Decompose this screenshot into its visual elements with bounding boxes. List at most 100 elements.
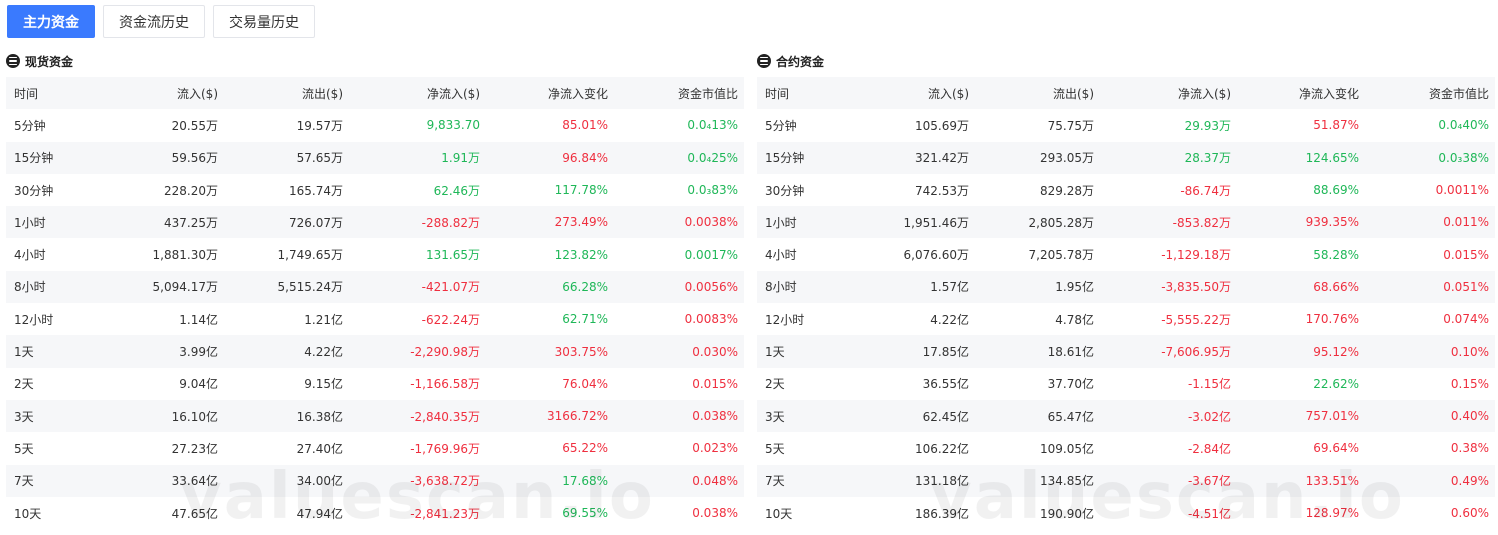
spot-funds-panel: 现货资金 时间 流入($) 流出($) 净流入($) 净流入变化 资金市值比 5分钟 20.5… [6, 52, 744, 529]
table-cell: 12小时 [765, 312, 805, 327]
table-row: 3天 16.10亿 16.38亿 -2,840.35万 3166.72% 0.038% [6, 399, 744, 433]
table-cell: 30分钟 [14, 183, 54, 198]
table-cell: 131.65万 [426, 248, 480, 263]
panel-header: 现货资金 [6, 52, 744, 70]
table-cell: 0.074% [1443, 312, 1489, 327]
table-cell: 1.95亿 [1055, 280, 1094, 295]
table-cell: 0.011% [1443, 215, 1489, 230]
table-row: 30分钟 228.20万 165.74万 62.46万 117.78% 0.0₃83% [6, 174, 744, 206]
table-cell: 186.39亿 [915, 506, 969, 521]
table-cell: 22.62% [1313, 376, 1359, 391]
table-cell: 68.66% [1313, 279, 1359, 294]
table-cell: -1,129.18万 [1161, 248, 1231, 263]
table-cell: 0.0₃83% [687, 183, 738, 198]
panel-title: 合约资金 [776, 54, 825, 69]
table-cell: 0.60% [1450, 506, 1489, 520]
tab-fund-flow-history[interactable]: 资金流历史 [103, 5, 205, 38]
table-cell: 5,515.24万 [277, 280, 343, 295]
table-cell: 170.76% [1305, 312, 1359, 327]
table-cell: 17.85亿 [922, 345, 969, 360]
table-row: 4小时 1,881.30万 1,749.65万 131.65万 123.82% 0.001… [6, 238, 744, 270]
contract-funds-table: 时间 流入($) 流出($) 净流入($) 净流入变化 资金市值比 5分钟 105.69万 75… [757, 77, 1495, 529]
table-cell: -3.02亿 [1187, 409, 1231, 424]
table-cell: 5,094.17万 [152, 280, 218, 295]
table-cell: 0.0₃38% [1438, 150, 1489, 165]
table-cell: 0.0₄25% [687, 150, 738, 165]
table-cell: 0.0083% [684, 312, 738, 327]
table-cell: 4小时 [14, 248, 46, 263]
table-cell: 0.0₄13% [687, 118, 738, 133]
table-cell: 47.94亿 [296, 506, 343, 521]
table-cell: 8小时 [14, 280, 46, 295]
table-cell: 0.15% [1450, 376, 1489, 391]
table-cell: 321.42万 [915, 151, 969, 166]
table-row: 5天 27.23亿 27.40亿 -1,769.96万 65.22% 0.023% [6, 432, 744, 464]
table-cell: 51.87% [1313, 118, 1359, 133]
table-cell: 3166.72% [546, 409, 608, 424]
table-cell: 165.74万 [289, 183, 343, 198]
table-cell: 5天 [14, 441, 34, 456]
table-cell: 0.038% [692, 409, 738, 424]
table-cell: 742.53万 [915, 183, 969, 198]
column-header: 资金市值比 [1428, 86, 1489, 101]
table-cell: -7,606.95万 [1161, 345, 1231, 360]
table-cell: 757.01% [1305, 409, 1359, 424]
table-cell: 30分钟 [765, 183, 805, 198]
table-cell: 1天 [14, 345, 34, 360]
table-cell: 5分钟 [765, 118, 797, 133]
table-row: 7天 33.64亿 34.00亿 -3,638.72万 17.68% 0.048% [6, 464, 744, 497]
table-cell: 95.12% [1313, 344, 1359, 359]
table-cell: 10天 [14, 506, 42, 521]
table-row: 1小时 437.25万 726.07万 -288.82万 273.49% 0.0038% [6, 206, 744, 239]
table-cell: -3,638.72万 [410, 474, 480, 489]
table-cell: 9,833.70 [426, 118, 480, 133]
table-cell: 4.78亿 [1055, 312, 1094, 327]
column-header: 净流入($) [1178, 86, 1231, 101]
table-cell: 7天 [14, 474, 34, 489]
table-row: 10天 186.39亿 190.90亿 -4.51亿 128.97% 0.60% [757, 497, 1495, 529]
table-cell: 228.20万 [164, 183, 218, 198]
table-cell: 34.00亿 [296, 474, 343, 489]
table-cell: 109.05亿 [1040, 441, 1094, 456]
table-cell: 1,951.46万 [903, 215, 969, 230]
table-cell: 96.84% [562, 150, 608, 165]
table-cell: -853.82万 [1172, 215, 1231, 230]
table-cell: 88.69% [1313, 183, 1359, 198]
stack-icon [757, 54, 771, 68]
table-cell: 273.49% [554, 215, 608, 230]
table-cell: 27.40亿 [296, 441, 343, 456]
panel-header: 合约资金 [757, 52, 1495, 70]
tab-volume-history[interactable]: 交易量历史 [213, 5, 315, 38]
table-cell: 27.23亿 [171, 441, 218, 456]
table-cell: 16.38亿 [296, 409, 343, 424]
table-cell: 0.40% [1450, 409, 1489, 424]
table-cell: 6,076.60万 [903, 248, 969, 263]
table-row: 1小时 1,951.46万 2,805.28万 -853.82万 939.35% 0.01… [757, 206, 1495, 239]
table-cell: 0.051% [1443, 279, 1489, 294]
table-cell: 57.65万 [296, 151, 343, 166]
table-cell: 829.28万 [1040, 183, 1094, 198]
table-cell: 1.14亿 [179, 312, 218, 327]
table-cell: 37.70亿 [1047, 377, 1094, 392]
table-cell: 0.048% [692, 473, 738, 488]
table-row: 2天 36.55亿 37.70亿 -1.15亿 22.62% 0.15% [757, 368, 1495, 400]
table-cell: 7天 [765, 474, 785, 489]
tab-main-funds[interactable]: 主力资金 [7, 5, 95, 38]
table-cell: 0.023% [692, 441, 738, 456]
table-cell: 75.75万 [1047, 118, 1094, 133]
table-cell: 15分钟 [14, 151, 54, 166]
table-row: 5分钟 105.69万 75.75万 29.93万 51.87% 0.0₄40% [757, 109, 1495, 141]
column-header: 时间 [765, 86, 790, 101]
table-cell: 66.28% [562, 279, 608, 294]
table-cell: 18.61亿 [1047, 345, 1094, 360]
table-row: 15分钟 59.56万 57.65万 1.91万 96.84% 0.0₄25% [6, 141, 744, 174]
table-cell: 0.015% [1443, 247, 1489, 262]
table-cell: 4.22亿 [304, 345, 343, 360]
table-cell: 62.45亿 [922, 409, 969, 424]
table-cell: -1,769.96万 [410, 441, 480, 456]
table-cell: 124.65% [1305, 150, 1359, 165]
table-cell: 1,881.30万 [152, 248, 218, 263]
table-row: 30分钟 742.53万 829.28万 -86.74万 88.69% 0.0011% [757, 174, 1495, 206]
table-row: 12小时 1.14亿 1.21亿 -622.24万 62.71% 0.0083% [6, 303, 744, 335]
column-header: 资金市值比 [677, 86, 738, 101]
